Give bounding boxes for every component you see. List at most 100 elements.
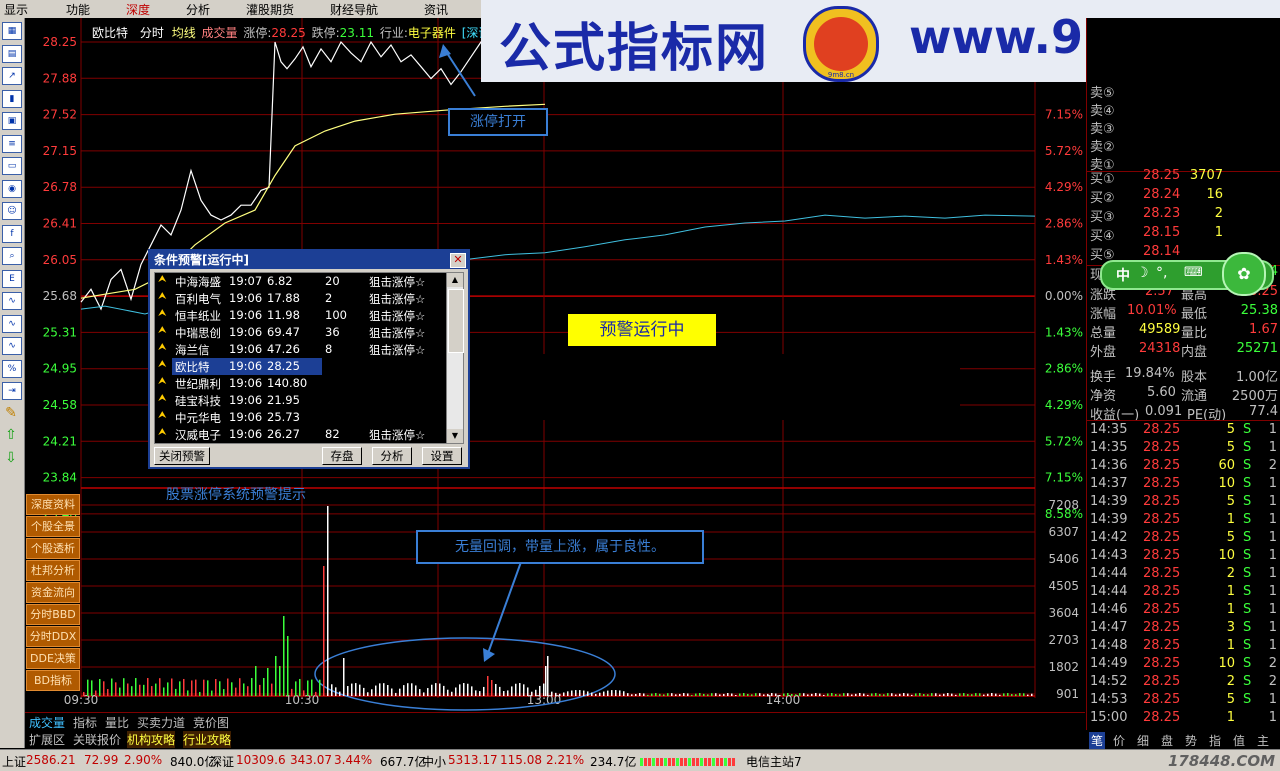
alert-list-scrollbar[interactable]: ▲ ▼ (446, 272, 464, 444)
pct-icon[interactable]: % (2, 359, 22, 378)
volume-bar (343, 658, 345, 696)
extension-tab-0[interactable]: 扩展区 (29, 731, 65, 748)
table-icon[interactable]: ▤ (2, 44, 22, 63)
scroll-up-icon[interactable]: ▲ (447, 273, 463, 287)
right-tab-7[interactable]: 主 (1257, 732, 1269, 749)
side-button-8[interactable]: BD指标 (26, 670, 80, 691)
ime-widget[interactable]: 中 ☽ °, ⌨ ✿ (1100, 252, 1274, 296)
alert-row[interactable]: ⮝ 汉威电子 19:06 26.27 82 狙击涨停☆ (155, 426, 447, 443)
right-tab-6[interactable]: 值 (1233, 732, 1245, 749)
server-name[interactable]: 电信主站7 (746, 753, 802, 770)
kline-icon[interactable]: ▮ (2, 89, 22, 108)
alert-row[interactable]: ⮝ 欧比特 19:06 28.25 (155, 358, 447, 375)
scroll-down-icon[interactable]: ▼ (447, 429, 463, 443)
ime-punct-icon[interactable]: °, (1156, 265, 1167, 281)
pct-axis-label: 4.29% (1045, 398, 1083, 412)
side-button-4[interactable]: 资金流向 (26, 582, 80, 603)
alert-row[interactable]: ⮝ 百利电气 19:06 17.88 2 狙击涨停☆ (155, 290, 447, 307)
side-button-7[interactable]: DDE决策 (26, 648, 80, 669)
settings-button[interactable]: 设置 (422, 447, 462, 465)
ime-moon-icon[interactable]: ☽ (1136, 265, 1149, 281)
alert-row[interactable]: ⮝ 海兰信 19:06 47.26 8 狙击涨停☆ (155, 341, 447, 358)
alert-row[interactable]: ⮝ 中瑞思创 19:06 69.47 36 狙击涨停☆ (155, 324, 447, 341)
extension-tab-3[interactable]: 行业攻略 (183, 731, 232, 748)
tick-row: 14:53 28.25 5 S 1 (1087, 692, 1280, 710)
alert-row[interactable]: ⮝ 恒丰纸业 19:06 11.98 100 狙击涨停☆ (155, 307, 447, 324)
right-tab-0[interactable]: 笔 (1089, 732, 1106, 749)
tick-side: S (1243, 494, 1252, 509)
f10-icon[interactable]: f (2, 224, 22, 243)
analyze-button[interactable]: 分析 (372, 447, 412, 465)
vol-label[interactable]: 成交量 (202, 26, 238, 40)
tick-price: 28.25 (1143, 656, 1181, 671)
people-icon[interactable]: ☺ (2, 202, 22, 220)
etf-icon[interactable]: E (2, 269, 22, 288)
news-icon[interactable]: ▣ (2, 112, 22, 130)
up-arrow-icon[interactable]: ⇧ (2, 427, 20, 443)
avg-label[interactable]: 均线 (172, 26, 196, 40)
volume-bar (571, 690, 573, 696)
alert-dialog[interactable]: 条件预警[运行中] ✕ ⮝ 中海海盛 19:07 6.82 20 狙击涨停☆ ⮝ 百利电气 19… (148, 249, 470, 469)
indicator-tab-2[interactable]: 量比 (105, 714, 129, 731)
search-icon[interactable]: ⌕ (2, 247, 22, 265)
right-tab-1[interactable]: 价 (1113, 732, 1125, 749)
indicator-tab-0[interactable]: 成交量 (29, 714, 65, 731)
menu-item-function[interactable]: 功能 (66, 1, 90, 18)
right-tab-5[interactable]: 指 (1209, 732, 1221, 749)
limit-down-label: 跌停: (311, 26, 340, 40)
alert-time: 19:06 (229, 393, 263, 407)
alert-row[interactable]: ⮝ 中海海盛 19:07 6.82 20 狙击涨停☆ (155, 273, 447, 290)
scroll-thumb[interactable] (448, 289, 464, 353)
dialog-title-bar[interactable]: 条件预警[运行中] ✕ (150, 251, 468, 269)
mode-label[interactable]: 分时 (140, 26, 164, 40)
indicator-tab-3[interactable]: 买卖力道 (137, 714, 185, 731)
tick-price: 28.25 (1143, 602, 1181, 617)
right-tab-3[interactable]: 盘 (1161, 732, 1173, 749)
indicator-tab-4[interactable]: 竞价图 (193, 714, 229, 731)
save-button[interactable]: 存盘 (322, 447, 362, 465)
volume-bar (395, 692, 397, 696)
right-tab-4[interactable]: 势 (1185, 732, 1197, 749)
chart-icon[interactable]: ▦ (2, 22, 22, 40)
menu-item-futures[interactable]: 灌股期货 (246, 1, 294, 18)
menu-item-news[interactable]: 资讯 (424, 1, 448, 18)
extension-tab-1[interactable]: 关联报价 (73, 731, 121, 748)
alert-row[interactable]: ⮝ 硅宝科技 19:06 21.95 (155, 392, 447, 409)
graph3-icon[interactable]: ∿ (2, 337, 22, 355)
industry-value[interactable]: 电子器件 (408, 26, 456, 40)
volume-bar (531, 691, 533, 696)
alert-price: 140.80 (267, 376, 308, 390)
quote-pct-label: 涨幅 (1090, 307, 1117, 322)
list-icon[interactable]: ≡ (2, 134, 22, 153)
pencil-icon[interactable]: ✎ (2, 404, 20, 421)
alert-row[interactable]: ⮝ 世纪鼎利 19:06 140.80 (155, 375, 447, 392)
side-button-6[interactable]: 分时DDX (26, 626, 80, 647)
side-button-5[interactable]: 分时BBD (26, 604, 80, 625)
menu-item-nav[interactable]: 财经导航 (330, 1, 378, 18)
doc-icon[interactable]: ▭ (2, 157, 22, 175)
dialog-close-icon[interactable]: ✕ (450, 253, 466, 268)
indicator-tab-1[interactable]: 指标 (73, 714, 97, 731)
menu-item-depth[interactable]: 深度 (126, 1, 150, 18)
menu-item-analysis[interactable]: 分析 (186, 1, 210, 18)
volume-bar (927, 694, 929, 696)
alert-row[interactable]: ⮝ 中元华电 19:06 25.73 (155, 409, 447, 426)
alert-list[interactable]: ⮝ 中海海盛 19:07 6.82 20 狙击涨停☆ ⮝ 百利电气 19:06 17.88 2 狙击涨… (154, 272, 448, 444)
graph2-icon[interactable]: ∿ (2, 314, 22, 333)
side-button-3[interactable]: 杜邦分析 (26, 560, 80, 581)
bell-icon[interactable]: ◉ (2, 179, 22, 198)
exit-icon[interactable]: ⇥ (2, 382, 22, 400)
side-button-1[interactable]: 个股全景 (26, 516, 80, 537)
menu-item-display[interactable]: 显示 (4, 1, 28, 18)
ime-lang[interactable]: 中 (1116, 265, 1130, 285)
close-alert-button[interactable]: 关闭预警 (154, 447, 210, 465)
ime-logo-icon[interactable]: ✿ (1222, 252, 1266, 296)
right-tab-2[interactable]: 细 (1137, 732, 1149, 749)
candle-icon[interactable]: ↗ (2, 67, 22, 85)
graph-icon[interactable]: ∿ (2, 292, 22, 310)
down-arrow-icon[interactable]: ⇩ (2, 449, 20, 466)
ime-keyboard-icon[interactable]: ⌨ (1184, 265, 1203, 280)
side-button-0[interactable]: 深度资料 (26, 494, 80, 515)
extension-tab-2[interactable]: 机构攻略 (127, 731, 176, 748)
side-button-2[interactable]: 个股透析 (26, 538, 80, 559)
